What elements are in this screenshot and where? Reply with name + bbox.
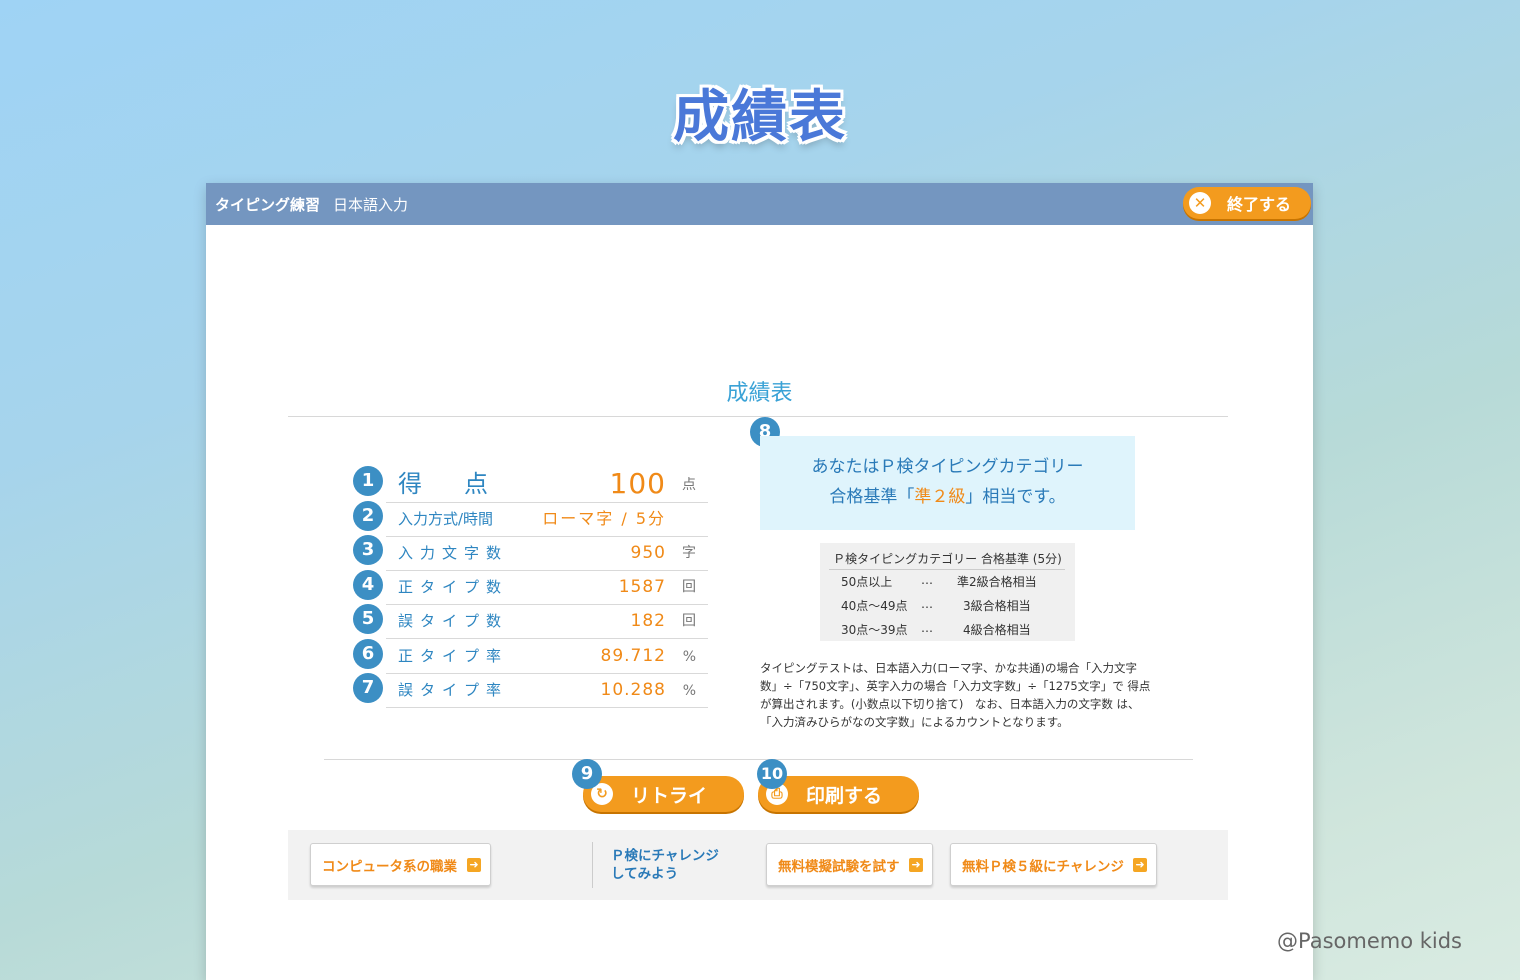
criteria-range: 50点以上 bbox=[841, 575, 893, 589]
challenge-line-2: してみよう bbox=[611, 866, 679, 882]
credit-text: @Pasomemo kids bbox=[1276, 929, 1462, 953]
criteria-row: 40点〜49点 … 3級合格相当 bbox=[820, 597, 1075, 617]
retry-button-label: リトライ bbox=[631, 784, 708, 807]
row-value: 1587 bbox=[618, 577, 666, 597]
score-row-score: 得点 100 点 bbox=[386, 465, 708, 503]
criteria-sep: … bbox=[921, 621, 933, 635]
note-line: 「入力済みひらがなの文字数」によるカウントとなります。 bbox=[760, 715, 1069, 729]
criteria-row: 50点以上 … 準2級合格相当 bbox=[820, 573, 1075, 593]
row-unit: % bbox=[682, 649, 696, 665]
number-badge: 5 bbox=[353, 604, 383, 634]
score-row-correct: 正タイプ数 1587 回 bbox=[386, 571, 708, 605]
row-value: 10.288 bbox=[600, 680, 666, 700]
number-badge: 10 bbox=[757, 759, 787, 789]
score-row-correct-rate: 正タイプ率 89.712 % bbox=[386, 640, 708, 674]
row-label: 入力文字数 bbox=[398, 544, 509, 562]
number-badge: 3 bbox=[353, 535, 383, 565]
score-row-error-rate: 誤タイプ率 10.288 % bbox=[386, 674, 708, 708]
note-line: が算出されます。(小数点以下切り捨て) なお、日本語入力の文字数 は、 bbox=[760, 697, 1140, 711]
careers-link[interactable]: コンピュータ系の職業 ➜ bbox=[310, 843, 491, 886]
criteria-row: 30点〜39点 … 4級合格相当 bbox=[820, 621, 1075, 641]
app-window: タイピング練習 日本語入力 ✕ 終了する 成績表 1 得点 100 点 2 入力… bbox=[206, 183, 1313, 980]
row-unit: 点 bbox=[682, 477, 696, 493]
criteria-sep: … bbox=[921, 573, 933, 587]
divider bbox=[288, 416, 1228, 417]
rank-line-1: あなたはＰ検タイピングカテゴリー bbox=[811, 457, 1084, 477]
row-value: 182 bbox=[630, 611, 666, 631]
footer-links: コンピュータ系の職業 ➜ Ｐ検にチャレンジ してみよう 無料模擬試験を試す ➜ … bbox=[288, 830, 1228, 900]
row-label: 誤タイプ数 bbox=[398, 612, 509, 630]
criteria-sep: … bbox=[921, 597, 933, 611]
criteria-range: 40点〜49点 bbox=[841, 599, 908, 613]
title-bar: タイピング練習 日本語入力 ✕ 終了する bbox=[206, 183, 1313, 225]
quit-button[interactable]: ✕ 終了する bbox=[1183, 187, 1311, 219]
score-row-errors: 誤タイプ数 182 回 bbox=[386, 605, 708, 639]
hero-title: 成績表 bbox=[673, 85, 847, 150]
criteria-range: 30点〜39点 bbox=[841, 623, 908, 637]
number-badge: 4 bbox=[353, 570, 383, 600]
row-label: 誤タイプ率 bbox=[398, 681, 509, 699]
rank-grade: 準２級 bbox=[914, 487, 966, 507]
row-value: 100 bbox=[609, 467, 666, 500]
level5-link-label: 無料Ｐ検５級にチャレンジ bbox=[962, 858, 1124, 875]
criteria-header: Ｐ検タイピングカテゴリー 合格基準 (5分) bbox=[833, 552, 1062, 566]
criteria-level: 3級合格相当 bbox=[963, 599, 1031, 613]
arrow-right-icon: ➜ bbox=[1133, 858, 1147, 872]
number-badge: 2 bbox=[353, 501, 383, 531]
scoring-note: タイピングテストは、日本語入力(ローマ字、かな共通)の場合「入力文字 数」÷「7… bbox=[760, 659, 1170, 731]
number-badge: 1 bbox=[353, 466, 383, 496]
row-unit: 字 bbox=[682, 545, 696, 561]
row-label: 正タイプ率 bbox=[398, 647, 509, 665]
row-value: 89.712 bbox=[600, 646, 666, 666]
row-label: 正タイプ数 bbox=[398, 578, 509, 596]
careers-link-label: コンピュータ系の職業 bbox=[322, 858, 457, 875]
criteria-level: 準2級合格相当 bbox=[957, 575, 1037, 589]
quit-button-label: 終了する bbox=[1227, 195, 1292, 214]
divider bbox=[592, 842, 593, 888]
criteria-level: 4級合格相当 bbox=[963, 623, 1031, 637]
row-label: 得点 bbox=[398, 470, 530, 498]
note-line: 数」÷「750文字」、英字入力の場合「入力文字数」÷「1275文字」で 得点 bbox=[760, 679, 1151, 693]
arrow-right-icon: ➜ bbox=[909, 858, 923, 872]
number-badge: 9 bbox=[572, 759, 602, 789]
challenge-heading: Ｐ検にチャレンジ してみよう bbox=[611, 847, 719, 883]
number-badge: 6 bbox=[353, 639, 383, 669]
rank-line-2: 合格基準「準２級」相当です。 bbox=[760, 482, 1135, 512]
criteria-table: Ｐ検タイピングカテゴリー 合格基準 (5分) 50点以上 … 準2級合格相当 4… bbox=[820, 543, 1075, 641]
score-row-chars: 入力文字数 950 字 bbox=[386, 537, 708, 571]
retry-button[interactable]: ↻ リトライ bbox=[583, 776, 744, 812]
close-icon: ✕ bbox=[1189, 192, 1211, 214]
app-name: タイピング練習 bbox=[215, 196, 321, 214]
row-unit: 回 bbox=[682, 613, 696, 629]
level5-challenge-link[interactable]: 無料Ｐ検５級にチャレンジ ➜ bbox=[950, 843, 1157, 886]
mock-exam-link[interactable]: 無料模擬試験を試す ➜ bbox=[766, 843, 933, 886]
rank-result-box: あなたはＰ検タイピングカテゴリー 合格基準「準２級」相当です。 bbox=[760, 436, 1135, 530]
sheet-title: 成績表 bbox=[726, 381, 793, 406]
row-value: 950 bbox=[630, 543, 666, 563]
challenge-line-1: Ｐ検にチャレンジ bbox=[611, 848, 719, 864]
arrow-right-icon: ➜ bbox=[467, 858, 481, 872]
row-value: ローマ字 / 5分 bbox=[542, 509, 666, 528]
mock-exam-link-label: 無料模擬試験を試す bbox=[778, 858, 900, 875]
divider bbox=[324, 759, 1193, 760]
rank-suffix: 」相当です。 bbox=[965, 487, 1066, 507]
number-badge: 7 bbox=[353, 673, 383, 703]
divider bbox=[829, 569, 1065, 570]
note-line: タイピングテストは、日本語入力(ローマ字、かな共通)の場合「入力文字 bbox=[760, 661, 1137, 675]
mode-name: 日本語入力 bbox=[333, 196, 409, 214]
print-button-label: 印刷する bbox=[806, 784, 883, 807]
row-unit: % bbox=[682, 683, 696, 699]
row-unit: 回 bbox=[682, 579, 696, 595]
score-row-mode: 入力方式/時間 ローマ字 / 5分 bbox=[386, 503, 708, 537]
row-label: 入力方式/時間 bbox=[398, 510, 494, 528]
rank-prefix: 合格基準「 bbox=[829, 487, 915, 507]
